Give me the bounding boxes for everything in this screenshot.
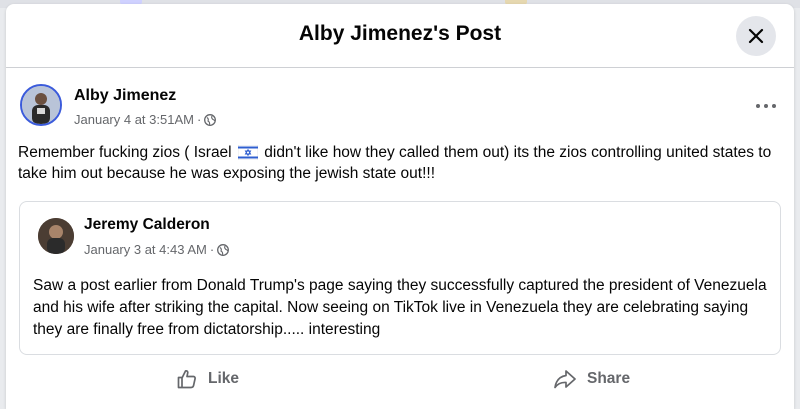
dialog-header: Alby Jimenez's Post [6, 4, 794, 68]
post-meta: January 4 at 3:51AM · [74, 112, 217, 127]
shared-post-meta: January 3 at 4:43 AM · [84, 242, 230, 257]
close-icon [748, 28, 764, 44]
avatar-image [22, 86, 60, 124]
post-header: Alby Jimenez January 4 at 3:51AM · [20, 84, 790, 132]
post-author-name[interactable]: Alby Jimenez [74, 87, 176, 105]
thumbs-up-icon [177, 370, 196, 389]
post-body: Remember fucking zios ( Israel didn't li… [18, 142, 782, 184]
author-avatar[interactable] [20, 84, 62, 126]
like-label: Like [208, 370, 240, 387]
like-button[interactable]: Like [176, 362, 239, 396]
shared-post-card[interactable]: Jeremy Calderon January 3 at 4:43 AM · Sa… [19, 201, 781, 355]
post-timestamp[interactable]: January 4 at 3:51AM [74, 112, 194, 127]
dialog-title: Alby Jimenez's Post [298, 22, 502, 45]
meta-separator: · [209, 242, 215, 257]
shared-author-name[interactable]: Jeremy Calderon [84, 216, 210, 234]
meta-separator: · [196, 112, 202, 127]
share-button[interactable]: Share [553, 362, 630, 396]
more-options-button[interactable] [752, 94, 784, 118]
close-button[interactable] [736, 16, 776, 56]
shared-post-text: Saw a post earlier from Donald Trump's p… [33, 277, 767, 338]
israel-flag-icon [237, 145, 258, 160]
shared-post-timestamp[interactable]: January 3 at 4:43 AM [84, 242, 207, 257]
share-arrow-icon [554, 370, 576, 389]
post-text-part-1: Remember fucking zios ( Israel [18, 144, 232, 161]
shared-author-avatar[interactable] [38, 218, 74, 254]
post-actions-bar: Like Share [6, 356, 794, 400]
shared-avatar-image [38, 218, 74, 254]
globe-icon[interactable] [217, 244, 230, 256]
globe-icon[interactable] [204, 114, 217, 126]
post-dialog: Alby Jimenez's Post Alby Jimenez January… [6, 4, 794, 409]
share-label: Share [587, 370, 631, 387]
